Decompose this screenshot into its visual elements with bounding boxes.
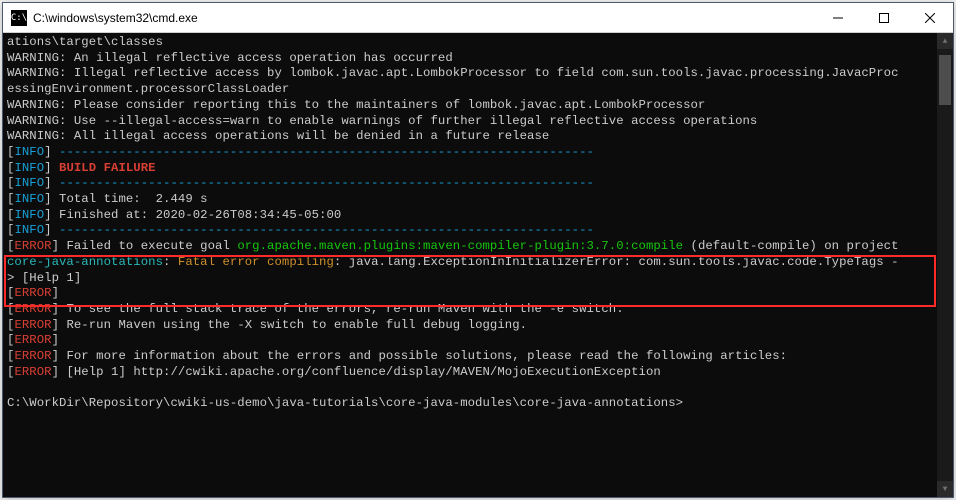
out-line: ations\target\classes	[7, 35, 163, 49]
bracket: ]	[52, 349, 67, 363]
plugin-name: org.apache.maven.plugins:maven-compiler-…	[237, 239, 683, 253]
error-tag: ERROR	[14, 239, 51, 253]
err-text: : java.lang.ExceptionInInitializerError:…	[334, 255, 884, 269]
info-tag: INFO	[14, 223, 44, 237]
err-reason: Fatal error compiling	[178, 255, 334, 269]
bracket: ]	[52, 318, 67, 332]
bracket: ]	[52, 302, 67, 316]
err-text: -	[884, 255, 899, 269]
close-button[interactable]	[907, 3, 953, 32]
bracket: ]	[44, 192, 59, 206]
error-tag: ERROR	[14, 302, 51, 316]
build-failure: BUILD FAILURE	[59, 161, 156, 175]
out-line: WARNING: Please consider reporting this …	[7, 98, 705, 112]
info-tag: INFO	[14, 192, 44, 206]
cmd-window: C:\ C:\windows\system32\cmd.exe ations\t…	[2, 2, 954, 498]
error-tag: ERROR	[14, 333, 51, 347]
err-text: :	[163, 255, 178, 269]
out-line: essingEnvironment.processorClassLoader	[7, 82, 289, 96]
scroll-thumb[interactable]	[939, 55, 951, 105]
bracket: ]	[44, 145, 59, 159]
scroll-up-button[interactable]: ▲	[937, 33, 953, 49]
help-ref: > [Help 1]	[7, 271, 81, 285]
window-controls	[815, 3, 953, 32]
dashes: ----------------------------------------…	[59, 145, 594, 159]
window-title: C:\windows\system32\cmd.exe	[33, 11, 815, 25]
bracket: ]	[52, 333, 67, 347]
err-text: (default-compile) on project	[683, 239, 906, 253]
out-line: WARNING: An illegal reflective access op…	[7, 51, 453, 65]
out-line: WARNING: Use --illegal-access=warn to en…	[7, 114, 757, 128]
minimize-button[interactable]	[815, 3, 861, 32]
error-tag: ERROR	[14, 365, 51, 379]
terminal-area: ations\target\classes WARNING: An illega…	[3, 33, 953, 497]
total-time: Total time: 2.449 s	[59, 192, 208, 206]
titlebar[interactable]: C:\ C:\windows\system32\cmd.exe	[3, 3, 953, 33]
terminal-output[interactable]: ations\target\classes WARNING: An illega…	[3, 33, 937, 497]
err-text: For more information about the errors an…	[66, 349, 787, 363]
info-tag: INFO	[14, 161, 44, 175]
bracket: ]	[44, 161, 59, 175]
bracket: ]	[44, 176, 59, 190]
err-text: Re-run Maven using the -X switch to enab…	[66, 318, 527, 332]
cmd-icon: C:\	[11, 10, 27, 26]
out-line: WARNING: All illegal access operations w…	[7, 129, 549, 143]
scrollbar[interactable]: ▲ ▼	[937, 33, 953, 497]
error-tag: ERROR	[14, 286, 51, 300]
bracket: ]	[44, 223, 59, 237]
dashes: ----------------------------------------…	[59, 176, 594, 190]
finished-at: Finished at: 2020-02-26T08:34:45-05:00	[59, 208, 341, 222]
dashes: ----------------------------------------…	[59, 223, 594, 237]
error-tag: ERROR	[14, 318, 51, 332]
bracket: ]	[52, 286, 67, 300]
help-link: [Help 1] http://cwiki.apache.org/conflue…	[66, 365, 660, 379]
info-tag: INFO	[14, 208, 44, 222]
info-tag: INFO	[14, 176, 44, 190]
bracket: ]	[52, 239, 67, 253]
project-name: core-java-annotations	[7, 255, 163, 269]
err-text: To see the full stack trace of the error…	[66, 302, 623, 316]
info-tag: INFO	[14, 145, 44, 159]
err-text: Failed to execute goal	[66, 239, 237, 253]
maximize-button[interactable]	[861, 3, 907, 32]
bracket: ]	[52, 365, 67, 379]
bracket: ]	[44, 208, 59, 222]
scroll-down-button[interactable]: ▼	[937, 481, 953, 497]
error-tag: ERROR	[14, 349, 51, 363]
prompt[interactable]: C:\WorkDir\Repository\cwiki-us-demo\java…	[7, 396, 683, 410]
out-line: WARNING: Illegal reflective access by lo…	[7, 66, 899, 80]
